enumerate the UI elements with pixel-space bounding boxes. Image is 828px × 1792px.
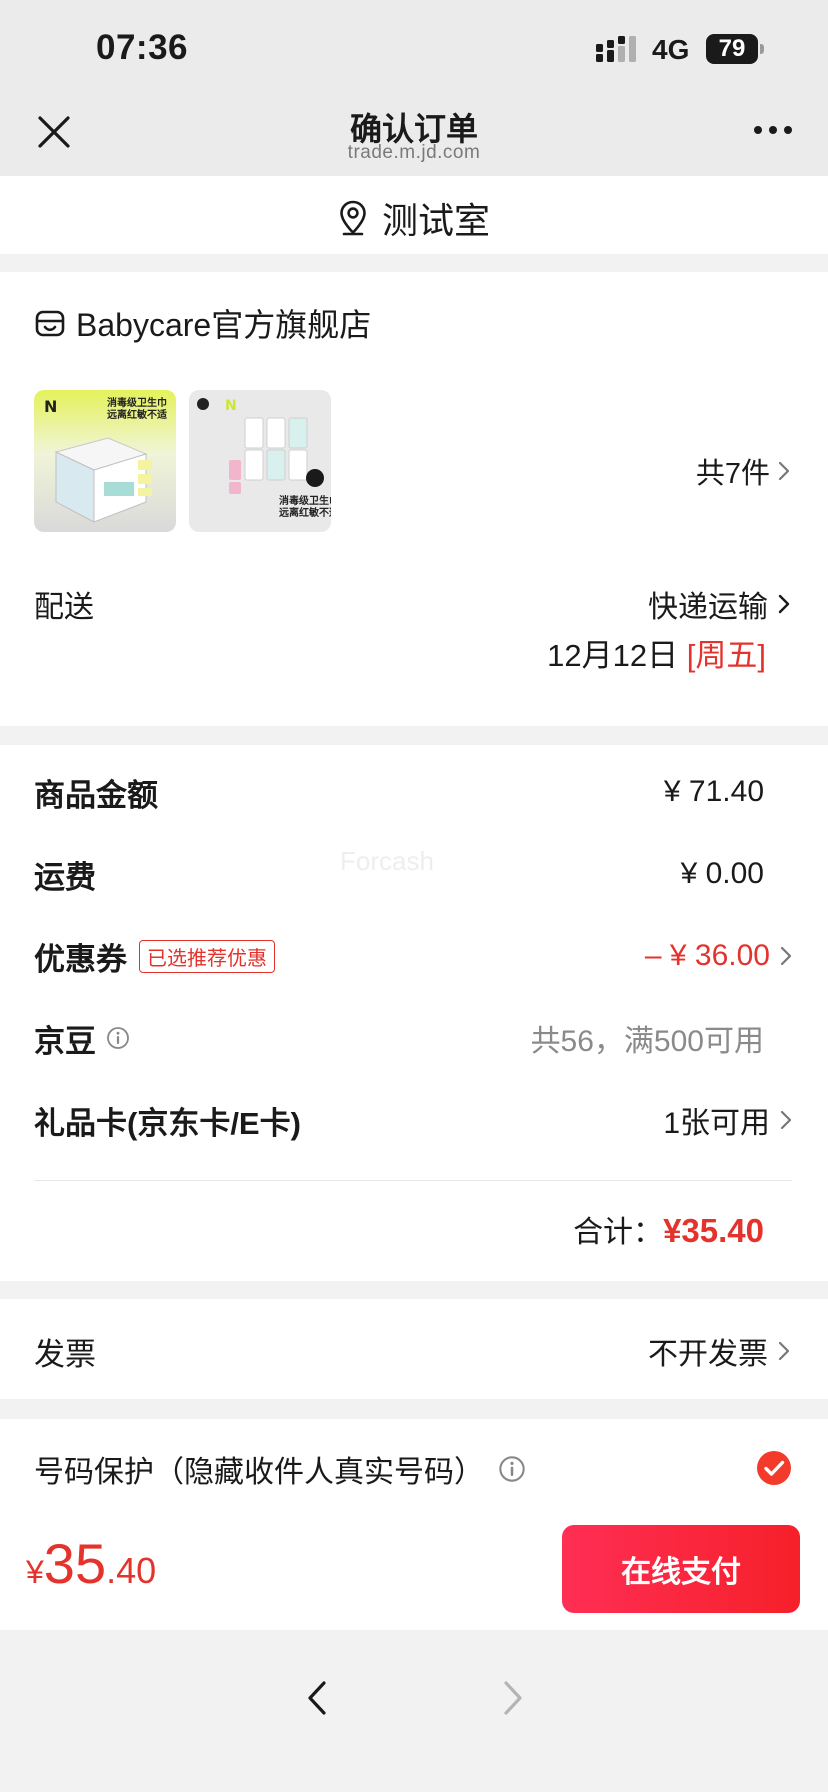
payable-decimal: .40 xyxy=(106,1550,157,1591)
thumb-caption-2: 远离红敏不适 xyxy=(107,408,167,421)
shipping-label: 配送 xyxy=(34,591,94,624)
browser-toolbar xyxy=(0,1630,828,1792)
nav-bar: 确认订单 trade.m.jd.com xyxy=(0,92,828,176)
gift-card-row[interactable]: 礼品卡(京东卡/E卡) 1张可用 xyxy=(34,1095,792,1145)
back-arrow-icon[interactable] xyxy=(302,1678,334,1718)
product-thumbnail[interactable]: N 消毒级卫生巾 远离红敏不适 xyxy=(189,390,331,532)
invoice-value: 不开发票 xyxy=(648,1338,768,1371)
checkbox-checked-icon[interactable] xyxy=(756,1450,792,1486)
jingdou-label-group: 京豆 xyxy=(34,1016,130,1061)
shipping-method: 快递运输 xyxy=(648,591,768,624)
status-time: 07:36 xyxy=(96,28,189,67)
chevron-right-icon xyxy=(780,946,792,966)
gift-card-value-group: 1张可用 xyxy=(663,1098,792,1142)
item-count-label: 共7件 xyxy=(695,458,770,490)
goods-amount-row: 商品金额 ¥ 71.40 xyxy=(34,767,792,817)
payable-amount: ¥ 35 .40 xyxy=(26,1531,156,1596)
address-text: 测试室 xyxy=(381,200,490,241)
battery-level: 79 xyxy=(706,34,758,64)
shop-icon xyxy=(35,310,65,337)
gift-card-value: 1张可用 xyxy=(663,1107,770,1140)
coupon-label: 优惠券 xyxy=(34,941,127,977)
battery-icon: 79 xyxy=(706,34,764,64)
payable-integer: 35 xyxy=(43,1532,107,1595)
delivery-date-text: 12月12日 xyxy=(547,638,679,673)
info-icon[interactable] xyxy=(106,1026,130,1050)
network-type: 4G xyxy=(652,34,690,65)
shipping-method-link[interactable]: 快递运输 xyxy=(648,582,790,626)
status-bar: 07:36 4G 79 xyxy=(0,0,828,92)
location-pin-icon xyxy=(340,200,366,236)
shop-card: Babycare官方旗舰店 N 消毒级卫生巾 远离红敏不适 N 消毒级卫生 远离… xyxy=(0,272,828,726)
goods-amount-label: 商品金额 xyxy=(34,777,158,813)
delivery-weekday: [周五] xyxy=(686,638,766,673)
gift-card-label: 礼品卡(京东卡/E卡) xyxy=(34,1105,301,1141)
number-protection-row: 号码保护（隐藏收件人真实号码） xyxy=(34,1447,526,1491)
item-count-link[interactable]: 共7件 xyxy=(696,450,790,492)
coupon-value-group: – ¥ 36.00 xyxy=(645,939,792,973)
checkout-bar: 号码保护（隐藏收件人真实号码） ¥ 35 .40 在线支付 xyxy=(0,1419,828,1630)
info-icon[interactable] xyxy=(498,1455,526,1483)
thumb-caption-1: 消毒级卫生巾 xyxy=(107,396,167,409)
product-thumbnail[interactable]: N 消毒级卫生巾 远离红敏不适 xyxy=(34,390,176,532)
signal-strength-icon xyxy=(596,36,636,62)
chevron-right-icon xyxy=(780,1110,792,1130)
total-value: ¥35.40 xyxy=(663,1212,764,1249)
page-url: trade.m.jd.com xyxy=(347,142,481,163)
forward-arrow-icon[interactable] xyxy=(496,1678,528,1718)
shop-header[interactable]: Babycare官方旗舰店 xyxy=(34,300,371,346)
coupon-row[interactable]: 优惠券 已选推荐优惠 – ¥ 36.00 xyxy=(34,931,792,981)
jingdou-label: 京豆 xyxy=(34,1023,96,1059)
price-summary-card: 商品金额 ¥ 71.40 运费 ¥ 0.00 优惠券 已选推荐优惠 – ¥ 36… xyxy=(0,745,828,1281)
freight-value: ¥ 0.00 xyxy=(680,857,764,890)
thumb-caption-2: 远离红敏不适 xyxy=(279,506,331,519)
divider xyxy=(34,1180,792,1181)
payable-currency: ¥ xyxy=(26,1554,44,1590)
delivery-date: 12月12日 [周五] xyxy=(547,630,766,675)
total-label: 合计： xyxy=(573,1216,664,1249)
goods-amount-value: ¥ 71.40 xyxy=(663,775,764,808)
shop-name: Babycare官方旗舰店 xyxy=(76,307,372,343)
watermark: Forcash xyxy=(340,846,434,876)
battery-tip xyxy=(760,44,764,54)
jingdou-value: 共56，满500可用 xyxy=(530,1025,764,1058)
coupon-label-group: 优惠券 已选推荐优惠 xyxy=(34,934,275,979)
invoice-label: 发票 xyxy=(34,1337,96,1372)
invoice-value-link[interactable]: 不开发票 xyxy=(648,1329,790,1373)
number-protection-label: 号码保护（隐藏收件人真实号码） xyxy=(34,1456,484,1489)
total-row: 合计： ¥35.40 xyxy=(573,1207,764,1251)
more-icon[interactable] xyxy=(752,118,794,142)
invoice-card[interactable]: 发票 不开发票 xyxy=(0,1299,828,1399)
coupon-value: – ¥ 36.00 xyxy=(644,939,770,972)
chevron-right-icon xyxy=(778,461,790,481)
online-pay-button[interactable]: 在线支付 xyxy=(562,1525,800,1613)
chevron-right-icon xyxy=(778,594,790,614)
coupon-badge: 已选推荐优惠 xyxy=(139,939,275,973)
thumb-brand-mark: N xyxy=(44,397,57,416)
thumb-caption-1: 消毒级卫生巾 xyxy=(279,494,331,507)
address-bar[interactable]: 测试室 xyxy=(0,176,828,254)
address-row: 测试室 xyxy=(0,192,828,244)
jingdou-row: 京豆 共56，满500可用 xyxy=(34,1013,792,1063)
thumb-brand-mark: N xyxy=(225,398,237,414)
chevron-right-icon xyxy=(778,1341,790,1361)
freight-label: 运费 xyxy=(34,859,96,895)
